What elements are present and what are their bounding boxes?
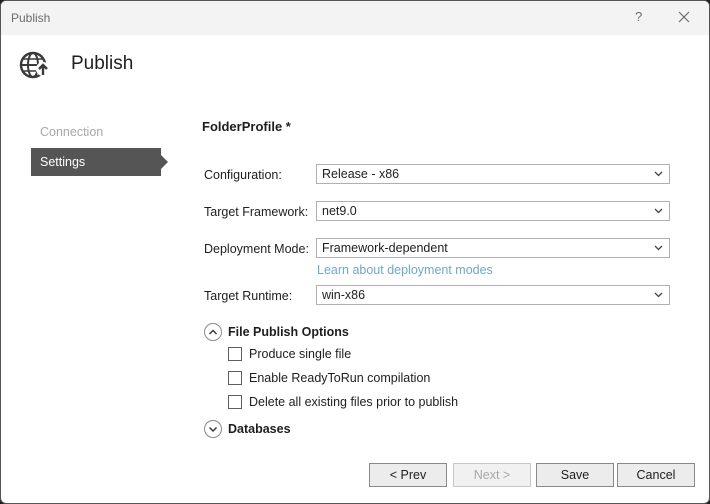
deployment-modes-link[interactable]: Learn about deployment modes — [317, 263, 493, 277]
sidebar-item-label: Connection — [40, 125, 104, 139]
target-runtime-value: win-x86 — [322, 288, 366, 302]
selection-arrow — [161, 155, 168, 169]
ready-to-run-checkbox[interactable] — [228, 371, 242, 385]
target-framework-value: net9.0 — [322, 204, 357, 218]
dialog-header: Publish — [1, 35, 709, 95]
sidebar-item-settings[interactable]: Settings — [31, 148, 168, 176]
cancel-button[interactable]: Cancel — [617, 463, 695, 487]
deployment-mode-label: Deployment Mode: — [204, 242, 309, 256]
sidebar-item-connection[interactable]: Connection — [31, 118, 161, 146]
produce-single-file-checkbox[interactable] — [228, 347, 242, 361]
chevron-down-icon — [209, 427, 217, 432]
title-bar: Publish ? — [1, 1, 709, 35]
delete-existing-files-label[interactable]: Delete all existing files prior to publi… — [249, 395, 458, 409]
target-framework-label: Target Framework: — [204, 205, 309, 219]
file-publish-options-toggle[interactable] — [204, 323, 222, 341]
target-framework-select[interactable]: net9.0 — [316, 201, 670, 221]
file-publish-options-title[interactable]: File Publish Options — [228, 325, 349, 339]
target-runtime-select[interactable]: win-x86 — [316, 285, 670, 305]
next-button[interactable]: Next > — [453, 463, 531, 487]
databases-toggle[interactable] — [204, 420, 222, 438]
produce-single-file-label[interactable]: Produce single file — [249, 347, 351, 361]
configuration-select[interactable]: Release - x86 — [316, 164, 670, 184]
page-title: Publish — [71, 53, 134, 74]
chevron-down-icon — [654, 208, 663, 214]
help-button[interactable]: ? — [635, 9, 642, 24]
configuration-value: Release - x86 — [322, 167, 400, 181]
ready-to-run-label[interactable]: Enable ReadyToRun compilation — [249, 371, 430, 385]
deployment-mode-value: Framework-dependent — [322, 241, 448, 255]
publish-dialog: Publish ? Publish Connection Settings Fo… — [0, 0, 710, 504]
chevron-down-icon — [654, 245, 663, 251]
profile-title: FolderProfile * — [202, 119, 291, 134]
target-runtime-label: Target Runtime: — [204, 289, 293, 303]
chevron-up-icon — [209, 329, 217, 335]
save-button[interactable]: Save — [536, 463, 614, 487]
chevron-down-icon — [654, 292, 663, 298]
sidebar-item-label: Settings — [40, 155, 86, 169]
window-title: Publish — [11, 11, 51, 25]
deployment-mode-select[interactable]: Framework-dependent — [316, 238, 670, 258]
delete-existing-files-checkbox[interactable] — [228, 395, 242, 409]
globe-publish-icon — [19, 51, 50, 79]
chevron-down-icon — [654, 171, 663, 177]
prev-button[interactable]: < Prev — [369, 463, 447, 487]
close-icon[interactable] — [677, 10, 691, 24]
databases-title[interactable]: Databases — [228, 422, 291, 436]
configuration-label: Configuration: — [204, 168, 282, 182]
